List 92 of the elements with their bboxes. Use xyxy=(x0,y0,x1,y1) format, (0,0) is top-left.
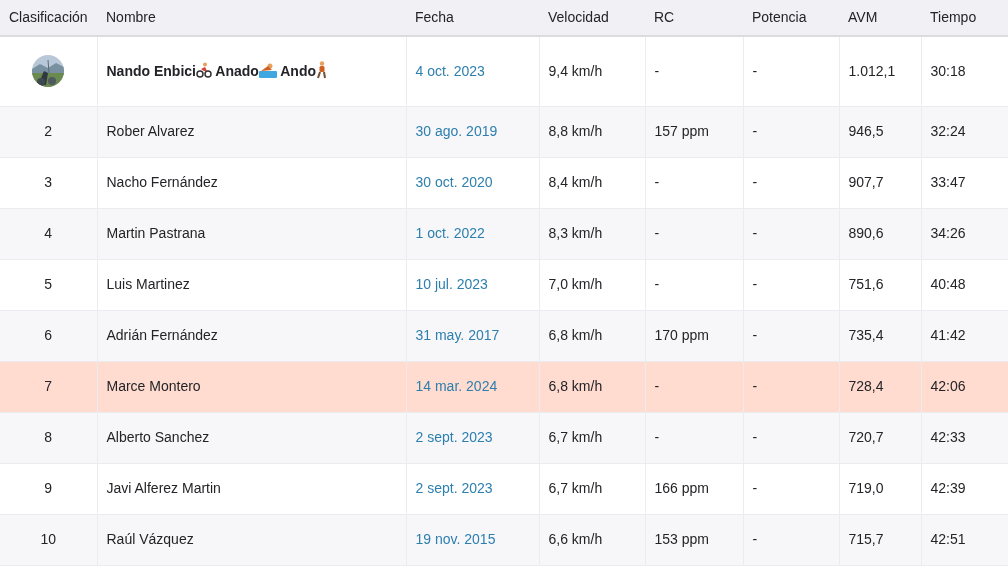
date-link[interactable]: 30 oct. 2020 xyxy=(415,174,493,190)
table-cell: 6,7 km/h xyxy=(539,412,645,463)
table-cell: 9,4 km/h xyxy=(539,36,645,106)
table-cell: - xyxy=(645,208,743,259)
table-cell: Luis Martinez xyxy=(97,259,406,310)
column-header[interactable]: Tiempo xyxy=(930,9,977,25)
table-cell: - xyxy=(743,259,839,310)
table-cell: Martin Pastrana xyxy=(97,208,406,259)
date-link[interactable]: 4 oct. 2023 xyxy=(415,62,485,79)
column-header[interactable]: Potencia xyxy=(752,9,807,25)
table-cell: 32:24 xyxy=(921,106,1008,157)
table-cell: Adrián Fernández xyxy=(97,310,406,361)
table-cell: - xyxy=(743,514,839,565)
athlete-name: Ando xyxy=(279,62,316,79)
table-cell: 30:18 xyxy=(921,36,1008,106)
highlighted-cell: - xyxy=(645,361,743,412)
table-cell: - xyxy=(743,208,839,259)
table-cell: - xyxy=(645,36,743,106)
table-cell: - xyxy=(645,259,743,310)
table-cell: Nacho Fernández xyxy=(97,157,406,208)
table-cell: 8 xyxy=(0,412,97,463)
date-link[interactable]: 31 may. 2017 xyxy=(415,327,500,343)
table-cell: 5 xyxy=(0,259,97,310)
highlighted-cell: 728,4 xyxy=(839,361,921,412)
highlighted-cell: - xyxy=(743,361,839,412)
table-cell: - xyxy=(743,157,839,208)
walker-icon xyxy=(316,60,328,79)
cyclist-icon xyxy=(195,61,212,78)
table-cell: 907,7 xyxy=(839,157,921,208)
table-cell: 890,6 xyxy=(839,208,921,259)
table-cell: 719,0 xyxy=(839,463,921,514)
table-cell: 6,6 km/h xyxy=(539,514,645,565)
table-cell: Javi Alferez Martin xyxy=(97,463,406,514)
table-cell: - xyxy=(743,310,839,361)
table-cell: 153 ppm xyxy=(645,514,743,565)
table-cell: 10 xyxy=(0,514,97,565)
table-cell: 33:47 xyxy=(921,157,1008,208)
date-link[interactable]: 1 oct. 2022 xyxy=(415,225,485,241)
table-cell: 8,4 km/h xyxy=(539,157,645,208)
table-cell: 8,8 km/h xyxy=(539,106,645,157)
table-cell: 41:42 xyxy=(921,310,1008,361)
column-header[interactable]: RC xyxy=(654,9,675,25)
column-header[interactable]: AVM xyxy=(848,9,878,25)
table-cell: 946,5 xyxy=(839,106,921,157)
table-cell: Rober Alvarez xyxy=(97,106,406,157)
highlighted-cell: Marce Montero xyxy=(97,361,406,412)
table-cell: Raúl Vázquez xyxy=(97,514,406,565)
table-cell: 42:51 xyxy=(921,514,1008,565)
table-cell: 8,3 km/h xyxy=(539,208,645,259)
table-cell: Alberto Sanchez xyxy=(97,412,406,463)
date-link[interactable]: 2 sept. 2023 xyxy=(415,429,493,445)
date-link[interactable]: 10 jul. 2023 xyxy=(415,276,488,292)
table-cell: 720,7 xyxy=(839,412,921,463)
table-cell: - xyxy=(743,463,839,514)
table-cell: 2 xyxy=(0,106,97,157)
table-cell: 715,7 xyxy=(839,514,921,565)
table-cell: 157 ppm xyxy=(645,106,743,157)
athlete-name: Anado xyxy=(214,62,259,79)
table-cell: 1.012,1 xyxy=(839,36,921,106)
table-cell: 3 xyxy=(0,157,97,208)
table-cell: 170 ppm xyxy=(645,310,743,361)
swimmer-icon xyxy=(258,61,277,78)
column-header[interactable]: Velocidad xyxy=(548,9,609,25)
athlete-name: Nando Enbici xyxy=(106,62,196,79)
date-link[interactable]: 30 ago. 2019 xyxy=(415,123,498,139)
table-cell: 9 xyxy=(0,463,97,514)
highlighted-cell: 7 xyxy=(0,361,97,412)
table-cell: 7,0 km/h xyxy=(539,259,645,310)
table-cell: - xyxy=(743,106,839,157)
table-cell: 6 xyxy=(0,310,97,361)
table-cell: - xyxy=(743,36,839,106)
column-header[interactable]: Clasificación xyxy=(9,9,88,25)
column-header[interactable]: Nombre xyxy=(106,9,156,25)
table-cell: 42:39 xyxy=(921,463,1008,514)
table-cell: 735,4 xyxy=(839,310,921,361)
table-cell: 751,6 xyxy=(839,259,921,310)
column-header[interactable]: Fecha xyxy=(415,9,454,25)
table-cell: - xyxy=(645,157,743,208)
table-cell: 166 ppm xyxy=(645,463,743,514)
table-cell: 40:48 xyxy=(921,259,1008,310)
table-cell: - xyxy=(743,412,839,463)
date-link[interactable]: 14 mar. 2024 xyxy=(415,378,498,394)
table-cell: 34:26 xyxy=(921,208,1008,259)
date-link[interactable]: 19 nov. 2015 xyxy=(415,531,496,547)
highlighted-cell: 42:06 xyxy=(921,361,1008,412)
table-cell: 6,7 km/h xyxy=(539,463,645,514)
date-link[interactable]: 2 sept. 2023 xyxy=(415,480,493,496)
table-cell: 42:33 xyxy=(921,412,1008,463)
highlighted-cell: 6,8 km/h xyxy=(539,361,645,412)
table-cell: 6,8 km/h xyxy=(539,310,645,361)
table-cell: 4 xyxy=(0,208,97,259)
table-cell: - xyxy=(645,412,743,463)
